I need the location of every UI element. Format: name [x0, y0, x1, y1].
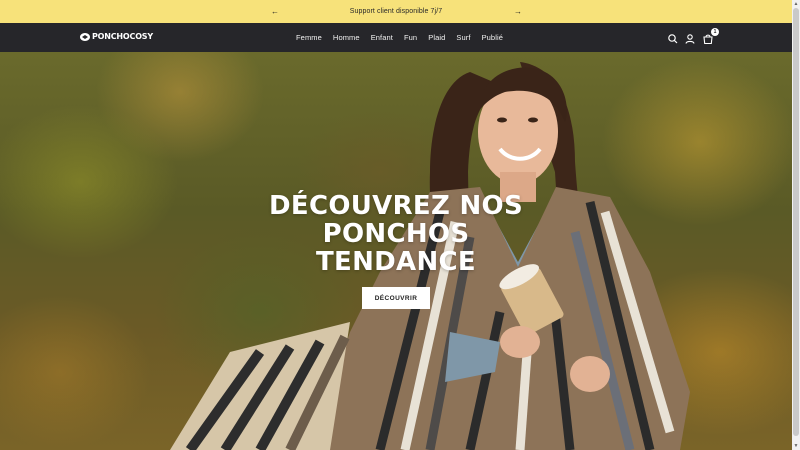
scrollbar[interactable]: ▲ ▼: [792, 0, 800, 450]
hero-title-line-1: DÉCOUVREZ NOS: [269, 191, 523, 221]
arrow-right-icon[interactable]: →: [512, 5, 524, 17]
nav-item-fun[interactable]: Fun: [404, 33, 417, 42]
arrow-left-icon[interactable]: ←: [269, 5, 281, 17]
logo-text: PONCHOCOSY: [92, 32, 153, 41]
hero-title-line-2: PONCHOS: [322, 219, 470, 249]
announcement-bar: ← Support client disponible 7j/7 →: [0, 0, 792, 23]
nav-item-publie[interactable]: Publié: [482, 33, 503, 42]
main-nav: Femme Homme Enfant Fun Plaid Surf Publié: [296, 33, 514, 42]
nav-item-femme[interactable]: Femme: [296, 33, 322, 42]
nav-item-homme[interactable]: Homme: [333, 33, 360, 42]
account-icon[interactable]: [684, 32, 696, 44]
scroll-down-icon[interactable]: ▼: [792, 442, 800, 450]
scroll-up-icon[interactable]: ▲: [792, 0, 800, 8]
search-icon[interactable]: [667, 32, 679, 44]
nav-item-enfant[interactable]: Enfant: [371, 33, 393, 42]
hero-banner: DÉCOUVREZ NOS PONCHOS TENDANCE DÉCOUVRIR: [0, 52, 792, 450]
discover-button[interactable]: DÉCOUVRIR: [362, 287, 430, 309]
site-header: PONCHOCOSY Femme Homme Enfant Fun Plaid …: [0, 23, 792, 52]
nav-item-plaid[interactable]: Plaid: [428, 33, 445, 42]
hero-title-line-3: TENDANCE: [316, 247, 476, 277]
nav-item-surf[interactable]: Surf: [456, 33, 470, 42]
logo-icon: [80, 32, 90, 41]
cart-count-badge: 1: [711, 28, 719, 36]
scroll-thumb[interactable]: [793, 8, 799, 436]
announcement-text: Support client disponible 7j/7: [349, 8, 443, 15]
logo[interactable]: PONCHOCOSY: [80, 32, 153, 41]
hero-title: DÉCOUVREZ NOS PONCHOS TENDANCE: [0, 192, 792, 276]
cart-icon[interactable]: 1: [702, 28, 719, 45]
